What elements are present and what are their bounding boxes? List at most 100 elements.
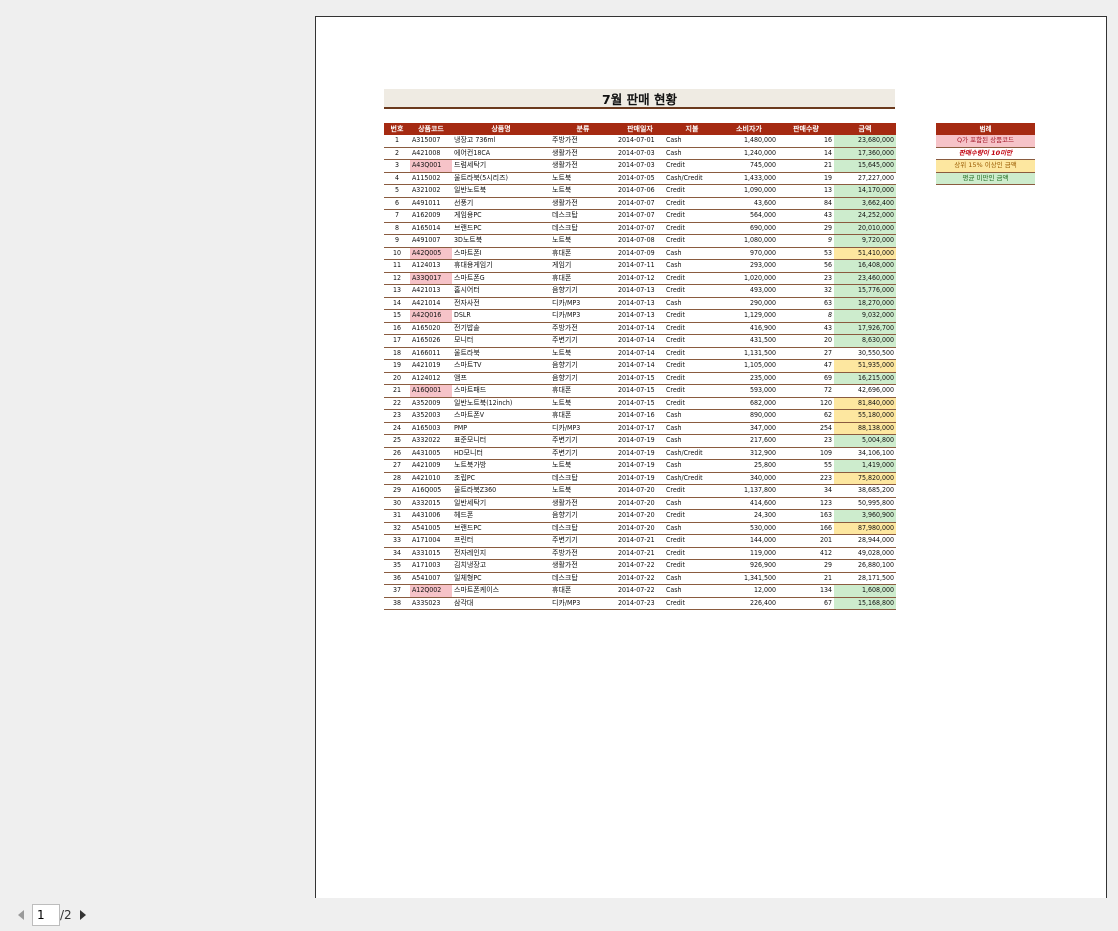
cell-name: 전자레인지 [452,547,550,560]
cell-code: A16Q005 [410,484,452,498]
cell-date: 2014-07-21 [616,534,664,548]
cell-code: A332022 [410,434,452,448]
cell-category: 주변기기 [550,434,616,448]
cell-code: A124012 [410,372,452,385]
cell-name: PMP [452,422,550,435]
cell-name: 브랜드PC [452,522,550,535]
cell-payment: Credit [664,209,720,223]
col-header-payment: 지불 [664,123,720,135]
table-row: 13 A421013 홈시어터 음향기기 2014-07-13 Credit 493,000… [384,284,896,298]
cell-date: 2014-07-22 [616,584,664,598]
cell-name: 노트북가방 [452,459,550,473]
cell-amount: 5,004,800 [834,434,896,448]
cell-no: 13 [384,284,410,298]
cell-payment: Credit [664,309,720,323]
cell-date: 2014-07-15 [616,372,664,385]
cell-price: 682,000 [720,397,778,410]
cell-price: 745,000 [720,159,778,173]
cell-amount: 88,138,000 [834,422,896,435]
cell-name: 울트라북(5시리즈) [452,172,550,185]
cell-date: 2014-07-20 [616,484,664,498]
cell-amount: 51,935,000 [834,359,896,373]
cell-category: 디카/MP3 [550,422,616,435]
cell-price: 416,900 [720,322,778,335]
cell-category: 휴대폰 [550,409,616,423]
cell-price: 1,090,000 [720,184,778,198]
cell-payment: Credit [664,397,720,410]
cell-no: 3 [384,159,410,173]
cell-name: 울트라북Z360 [452,484,550,498]
cell-category: 데스크탑 [550,209,616,223]
cell-price: 564,000 [720,209,778,223]
cell-date: 2014-07-14 [616,359,664,373]
table-row: 30 A332015 일반세탁기 생활가전 2014-07-20 Cash 414,600 1… [384,497,896,510]
cell-qty: 84 [778,197,834,210]
prev-page-icon[interactable] [18,910,24,920]
cell-price: 226,400 [720,597,778,610]
table-row: 21 A16Q001 스마트패드 휴대폰 2014-07-15 Credit 593,000… [384,384,896,398]
cell-price: 312,900 [720,447,778,460]
cell-payment: Credit [664,322,720,335]
cell-name: 일반노트북 [452,184,550,198]
cell-name: 스마트폰G [452,272,550,285]
cell-qty: 29 [778,222,834,235]
cell-date: 2014-07-13 [616,284,664,298]
cell-no: 37 [384,584,410,598]
table-row: 18 A166011 울트라북 노트북 2014-07-14 Credit 1,131,50… [384,347,896,360]
cell-code: A165020 [410,322,452,335]
cell-date: 2014-07-14 [616,322,664,335]
cell-payment: Credit [664,347,720,360]
cell-no: 12 [384,272,410,285]
cell-no: 14 [384,297,410,310]
table-row: 23 A352003 스마트폰V 휴대폰 2014-07-16 Cash 890,000 62… [384,409,896,423]
table-row: 27 A421009 노트북가방 노트북 2014-07-19 Cash 25,800 55 1… [384,459,896,473]
cell-code: A491007 [410,234,452,248]
cell-payment: Credit [664,284,720,298]
table-row: 5 A321002 일반노트북 노트북 2014-07-06 Credit 1,090,00… [384,184,896,198]
cell-qty: 47 [778,359,834,373]
cell-no: 6 [384,197,410,210]
cell-price: 347,000 [720,422,778,435]
cell-no: 28 [384,472,410,485]
table-row: 15 A42Q016 DSLR 디카/MP3 2014-07-13 Credit 1,129… [384,309,896,323]
cell-amount: 3,960,900 [834,509,896,523]
cell-payment: Cash [664,572,720,585]
cell-no: 19 [384,359,410,373]
cell-category: 휴대폰 [550,272,616,285]
cell-category: 생활가전 [550,497,616,510]
cell-qty: 163 [778,509,834,523]
cell-qty: 27 [778,347,834,360]
cell-payment: Credit [664,334,720,348]
cell-code: A421009 [410,459,452,473]
cell-price: 1,129,000 [720,309,778,323]
cell-no: 15 [384,309,410,323]
cell-date: 2014-07-12 [616,272,664,285]
cell-amount: 49,028,000 [834,547,896,560]
cell-category: 주변기기 [550,534,616,548]
cell-qty: 53 [778,247,834,260]
cell-payment: Cash [664,422,720,435]
cell-name: 헤드폰 [452,509,550,523]
cell-amount: 27,227,000 [834,172,896,185]
next-page-icon[interactable] [79,910,86,920]
cell-amount: 34,106,100 [834,447,896,460]
table-row: 20 A124012 앰프 음향기기 2014-07-15 Credit 235,000 69… [384,372,896,385]
cell-price: 290,000 [720,297,778,310]
cell-no: 5 [384,184,410,198]
cell-qty: 166 [778,522,834,535]
cell-price: 119,000 [720,547,778,560]
page-number-input[interactable] [32,904,60,926]
cell-qty: 13 [778,184,834,198]
cell-code: A33S023 [410,597,452,610]
cell-price: 493,000 [720,284,778,298]
table-row: 34 A331015 전자레인지 주방가전 2014-07-21 Credit 119,00… [384,547,896,560]
cell-amount: 38,685,200 [834,484,896,498]
cell-qty: 32 [778,284,834,298]
cell-category: 주방가전 [550,135,616,148]
table-row: 16 A165020 전기밥솥 주방가전 2014-07-14 Credit 416,900… [384,322,896,335]
table-row: 4 A115002 울트라북(5시리즈) 노트북 2014-07-05 Cash/Cred… [384,172,896,185]
cell-name: DSLR [452,309,550,323]
cell-amount: 81,840,000 [834,397,896,410]
col-header-amount: 금액 [834,123,896,135]
cell-category: 휴대폰 [550,584,616,598]
